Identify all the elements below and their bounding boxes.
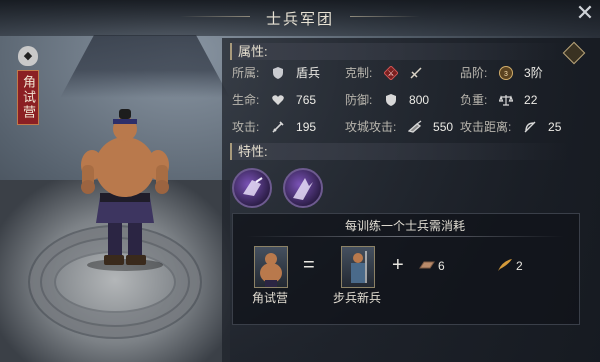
spear-counter-icon: ⚔ [383,65,398,80]
background-building [60,35,230,98]
ingredient-unit-name: 步兵新兵 [332,291,381,305]
stat-attack-range: 攻击距离: 25 [460,118,561,136]
siege-icon [407,120,422,133]
soldier-figure [81,109,169,271]
charge-trait-icon[interactable] [283,168,323,208]
stat-value: 195 [296,120,317,134]
stat-load: 负重: 22 [460,91,537,109]
stat-value: 盾兵 [296,66,321,80]
window-title: 士兵军团 [265,11,334,28]
svg-text:3: 3 [504,71,508,78]
counter-target-icon [410,67,422,79]
stat-label: 生命: [232,93,260,107]
stat-value: 25 [548,120,562,134]
scale-icon [498,94,513,106]
plus-sign: + [392,254,404,276]
stat-value: 3阶 [524,66,543,80]
feather-icon [498,259,512,271]
stat-rank: 品阶: 3 3阶 [460,64,543,82]
feather-amount: 2 [516,259,523,273]
title-ornament-right [350,16,420,17]
ingredient-unit-portrait[interactable] [341,246,375,288]
shield-icon [272,66,283,79]
stat-value: 22 [524,93,538,107]
cost-divider [246,236,564,237]
stat-value: 765 [296,93,317,107]
shield-defense-icon [385,93,396,106]
stat-defense: 防御: 800 [345,91,429,109]
sword-icon [272,121,284,133]
result-unit-portrait[interactable] [254,246,288,288]
stat-value: 550 [433,120,454,134]
bow-icon [524,121,536,133]
training-cost-title: 每训练一个士兵需消耗 [344,219,465,233]
stat-row-1: 所属: 盾兵 克制: ⚔ 品阶: 3 3阶 [232,64,592,82]
stat-label: 所属: [232,66,260,80]
svg-text:⚔: ⚔ [387,69,394,78]
result-unit-name: 角试营 [251,291,288,305]
stat-hp: 生命: 765 [232,91,316,109]
iron-ingot-amount: 6 [438,259,445,273]
shield-bash-trait-icon[interactable] [232,168,272,208]
stat-row-2: 生命: 765 防御: 800 负重: 22 [232,91,592,109]
unit-name-tag: ◆ 角试营 [16,46,40,125]
stat-label: 负重: [460,93,488,107]
unit-name-vertical: 角试营 [17,70,39,125]
heart-icon [271,95,284,105]
stat-label: 克制: [345,66,373,80]
stat-row-3: 攻击: 195 攻城攻击: 550 攻击距离: 25 [232,118,592,136]
stat-label: 品阶: [460,66,488,80]
stat-label: 攻击距离: [460,120,512,134]
stat-attack: 攻击: 195 [232,118,316,136]
stat-label: 防御: [345,93,373,107]
stat-value: 800 [409,93,430,107]
stat-label: 攻城攻击: [345,120,397,134]
stat-affiliation: 所属: 盾兵 [232,64,320,82]
stat-counter: 克制: ⚔ [345,64,431,82]
stat-siege-attack: 攻城攻击: 550 [345,118,453,136]
equals-sign: = [303,254,315,276]
iron-ingot-icon [419,261,435,269]
shield-badge-icon: ◆ [18,46,38,66]
traits-header: 特性: [230,143,568,160]
stat-label: 攻击: [232,120,260,134]
rank-emblem-icon: 3 [498,65,513,80]
attributes-header: 属性: [230,43,568,60]
close-icon[interactable]: ✕ [574,2,596,24]
